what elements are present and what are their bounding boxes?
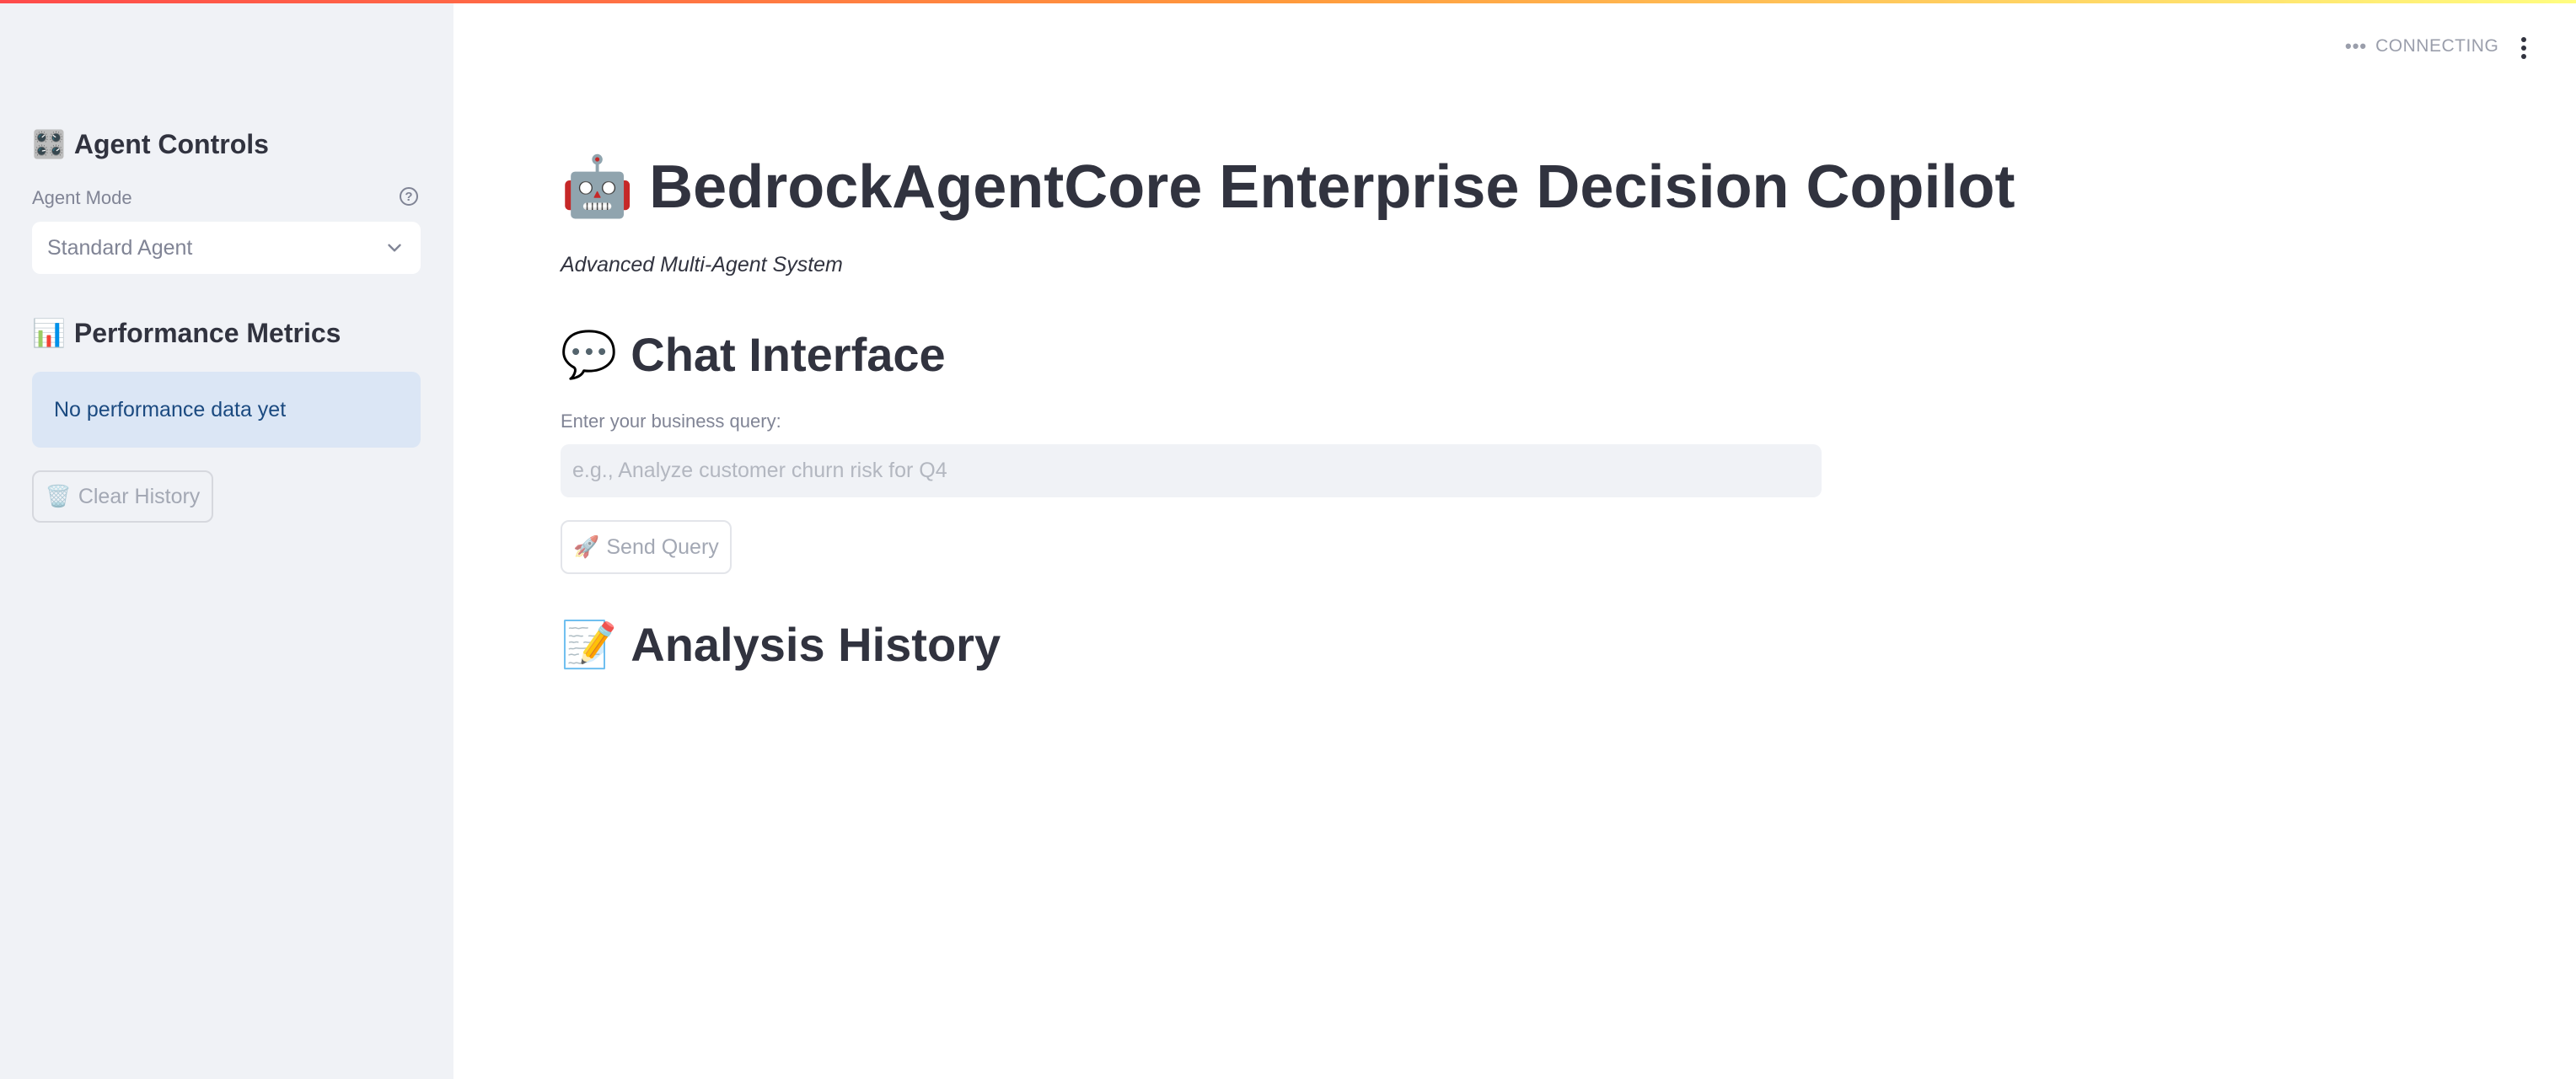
page-title: 🤖 BedrockAgentCore Enterprise Decision C… bbox=[561, 152, 2015, 222]
status-dots-icon: ••• bbox=[2345, 35, 2368, 56]
performance-metrics-heading: 📊 Performance Metrics bbox=[32, 317, 341, 349]
agent-mode-label: Agent Mode bbox=[32, 187, 132, 208]
chevron-down-icon bbox=[388, 244, 401, 252]
business-query-input[interactable] bbox=[561, 444, 1822, 497]
performance-info-text: No performance data yet bbox=[54, 397, 287, 421]
send-query-button[interactable]: 🚀 Send Query bbox=[561, 520, 732, 574]
rocket-icon: 🚀 bbox=[573, 534, 600, 559]
chat-interface-title: Chat Interface bbox=[631, 328, 946, 381]
agent-controls-heading: 🎛️ Agent Controls bbox=[32, 128, 269, 160]
clear-history-button[interactable]: 🗑️ Clear History bbox=[32, 470, 213, 523]
clear-history-label: Clear History bbox=[78, 484, 201, 508]
page-subtitle: Advanced Multi-Agent System bbox=[561, 253, 843, 276]
speech-bubble-icon: 💬 bbox=[561, 327, 618, 381]
bar-chart-icon: 📊 bbox=[32, 317, 66, 349]
performance-metrics-title: Performance Metrics bbox=[73, 317, 341, 348]
top-decoration-bar bbox=[0, 0, 2576, 3]
memo-icon: 📝 bbox=[561, 617, 618, 671]
agent-mode-select[interactable]: Standard Agent bbox=[32, 222, 421, 274]
sidebar: 🎛️ Agent Controls Agent Mode ? Standard … bbox=[0, 0, 453, 1079]
connection-status: ••• CONNECTING bbox=[2345, 35, 2498, 57]
query-input-label: Enter your business query: bbox=[561, 411, 781, 432]
robot-icon: 🤖 bbox=[561, 152, 635, 221]
performance-info-box: No performance data yet bbox=[32, 372, 421, 448]
kebab-menu-icon[interactable] bbox=[2515, 34, 2532, 62]
analysis-history-title: Analysis History bbox=[631, 618, 1001, 671]
help-circle-icon[interactable]: ? bbox=[400, 187, 418, 206]
wastebasket-icon: 🗑️ bbox=[45, 484, 72, 508]
analysis-history-heading: 📝 Analysis History bbox=[561, 617, 1001, 672]
status-text: CONNECTING bbox=[2375, 36, 2499, 56]
agent-mode-selected-value: Standard Agent bbox=[47, 235, 193, 260]
agent-controls-title: Agent Controls bbox=[73, 128, 269, 159]
control-knobs-icon: 🎛️ bbox=[32, 128, 66, 160]
chat-interface-heading: 💬 Chat Interface bbox=[561, 327, 946, 382]
page-title-text: BedrockAgentCore Enterprise Decision Cop… bbox=[649, 153, 2015, 221]
send-query-label: Send Query bbox=[606, 534, 719, 559]
